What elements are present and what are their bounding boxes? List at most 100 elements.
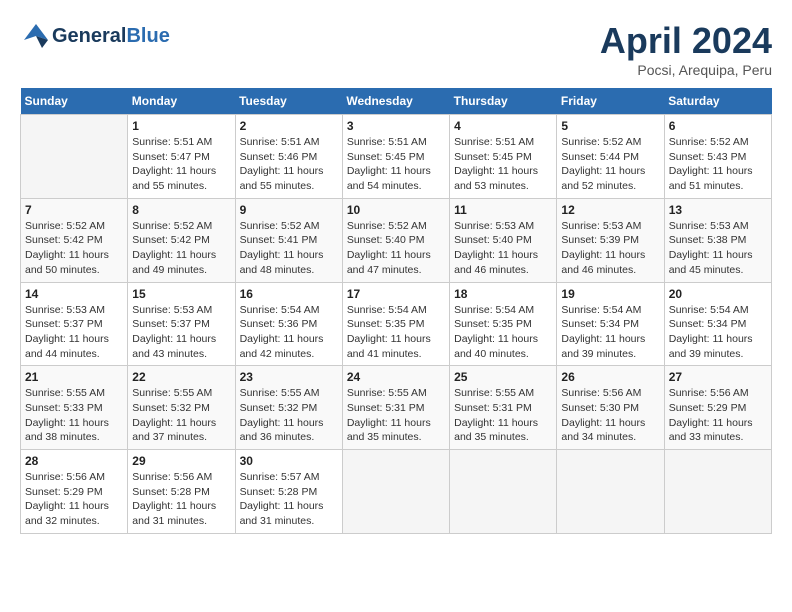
day-number: 3 bbox=[347, 119, 445, 133]
calendar-cell: 21 Sunrise: 5:55 AMSunset: 5:33 PMDayligh… bbox=[21, 366, 128, 450]
day-info: Sunrise: 5:55 AMSunset: 5:33 PMDaylight:… bbox=[25, 386, 123, 445]
day-number: 23 bbox=[240, 370, 338, 384]
calendar-header-thursday: Thursday bbox=[450, 88, 557, 115]
calendar-cell: 27Sunrise: 5:56 AMSunset: 5:29 PMDayligh… bbox=[664, 366, 771, 450]
day-number: 28 bbox=[25, 454, 123, 468]
calendar-cell: 7Sunrise: 5:52 AMSunset: 5:42 PMDaylight… bbox=[21, 198, 128, 282]
calendar-cell: 11 Sunrise: 5:53 AMSunset: 5:40 PMDayligh… bbox=[450, 198, 557, 282]
day-info: Sunrise: 5:52 AMSunset: 5:41 PMDaylight:… bbox=[240, 219, 338, 278]
logo: GeneralBlue bbox=[20, 20, 170, 52]
day-info: Sunrise: 5:53 AMSunset: 5:40 PMDaylight:… bbox=[454, 219, 552, 278]
day-number: 15 bbox=[132, 287, 230, 301]
day-number: 13 bbox=[669, 203, 767, 217]
calendar-header-saturday: Saturday bbox=[664, 88, 771, 115]
calendar-week-row: 14Sunrise: 5:53 AMSunset: 5:37 PMDayligh… bbox=[21, 282, 772, 366]
calendar-cell: 13 Sunrise: 5:53 AMSunset: 5:38 PMDayligh… bbox=[664, 198, 771, 282]
day-number: 16 bbox=[240, 287, 338, 301]
day-number: 1 bbox=[132, 119, 230, 133]
day-info: Sunrise: 5:52 AMSunset: 5:44 PMDaylight:… bbox=[561, 135, 659, 194]
location: Pocsi, Arequipa, Peru bbox=[600, 62, 772, 78]
calendar-cell: 28 Sunrise: 5:56 AMSunset: 5:29 PMDayligh… bbox=[21, 450, 128, 534]
calendar-header-wednesday: Wednesday bbox=[342, 88, 449, 115]
day-number: 17 bbox=[347, 287, 445, 301]
day-info: Sunrise: 5:56 AMSunset: 5:29 PMDaylight:… bbox=[25, 470, 123, 529]
calendar-cell: 29 Sunrise: 5:56 AMSunset: 5:28 PMDayligh… bbox=[128, 450, 235, 534]
day-info: Sunrise: 5:51 AMSunset: 5:45 PMDaylight:… bbox=[454, 135, 552, 194]
day-number: 20 bbox=[669, 287, 767, 301]
calendar-cell: 12Sunrise: 5:53 AMSunset: 5:39 PMDayligh… bbox=[557, 198, 664, 282]
page-header: GeneralBlue April 2024 Pocsi, Arequipa, … bbox=[20, 20, 772, 78]
day-info: Sunrise: 5:52 AMSunset: 5:42 PMDaylight:… bbox=[25, 219, 123, 278]
calendar-cell bbox=[342, 450, 449, 534]
day-info: Sunrise: 5:54 AMSunset: 5:34 PMDaylight:… bbox=[561, 303, 659, 362]
calendar-cell: 2Sunrise: 5:51 AMSunset: 5:46 PMDaylight… bbox=[235, 115, 342, 199]
calendar-cell: 26Sunrise: 5:56 AMSunset: 5:30 PMDayligh… bbox=[557, 366, 664, 450]
calendar-cell: 9 Sunrise: 5:52 AMSunset: 5:41 PMDaylight… bbox=[235, 198, 342, 282]
day-info: Sunrise: 5:54 AMSunset: 5:34 PMDaylight:… bbox=[669, 303, 767, 362]
day-number: 27 bbox=[669, 370, 767, 384]
day-number: 8 bbox=[132, 203, 230, 217]
calendar-cell: 3 Sunrise: 5:51 AMSunset: 5:45 PMDaylight… bbox=[342, 115, 449, 199]
day-info: Sunrise: 5:54 AMSunset: 5:35 PMDaylight:… bbox=[347, 303, 445, 362]
calendar-week-row: 1 Sunrise: 5:51 AMSunset: 5:47 PMDaylight… bbox=[21, 115, 772, 199]
calendar-cell: 14Sunrise: 5:53 AMSunset: 5:37 PMDayligh… bbox=[21, 282, 128, 366]
day-number: 10 bbox=[347, 203, 445, 217]
day-info: Sunrise: 5:54 AMSunset: 5:35 PMDaylight:… bbox=[454, 303, 552, 362]
day-info: Sunrise: 5:55 AMSunset: 5:31 PMDaylight:… bbox=[347, 386, 445, 445]
calendar-cell bbox=[557, 450, 664, 534]
day-number: 5 bbox=[561, 119, 659, 133]
day-info: Sunrise: 5:53 AMSunset: 5:37 PMDaylight:… bbox=[25, 303, 123, 362]
calendar-cell: 22 Sunrise: 5:55 AMSunset: 5:32 PMDayligh… bbox=[128, 366, 235, 450]
calendar-cell: 25 Sunrise: 5:55 AMSunset: 5:31 PMDayligh… bbox=[450, 366, 557, 450]
day-info: Sunrise: 5:55 AMSunset: 5:32 PMDaylight:… bbox=[132, 386, 230, 445]
calendar-cell bbox=[450, 450, 557, 534]
day-number: 9 bbox=[240, 203, 338, 217]
day-info: Sunrise: 5:55 AMSunset: 5:31 PMDaylight:… bbox=[454, 386, 552, 445]
logo-blue: Blue bbox=[126, 25, 169, 47]
calendar-cell: 10Sunrise: 5:52 AMSunset: 5:40 PMDayligh… bbox=[342, 198, 449, 282]
day-number: 6 bbox=[669, 119, 767, 133]
calendar-cell bbox=[21, 115, 128, 199]
calendar-cell: 16 Sunrise: 5:54 AMSunset: 5:36 PMDayligh… bbox=[235, 282, 342, 366]
day-info: Sunrise: 5:51 AMSunset: 5:45 PMDaylight:… bbox=[347, 135, 445, 194]
day-info: Sunrise: 5:54 AMSunset: 5:36 PMDaylight:… bbox=[240, 303, 338, 362]
day-number: 21 bbox=[25, 370, 123, 384]
calendar-week-row: 7Sunrise: 5:52 AMSunset: 5:42 PMDaylight… bbox=[21, 198, 772, 282]
day-info: Sunrise: 5:51 AMSunset: 5:46 PMDaylight:… bbox=[240, 135, 338, 194]
calendar-cell: 30 Sunrise: 5:57 AMSunset: 5:28 PMDayligh… bbox=[235, 450, 342, 534]
day-number: 30 bbox=[240, 454, 338, 468]
day-info: Sunrise: 5:52 AMSunset: 5:42 PMDaylight:… bbox=[132, 219, 230, 278]
calendar-cell: 23 Sunrise: 5:55 AMSunset: 5:32 PMDayligh… bbox=[235, 366, 342, 450]
day-info: Sunrise: 5:55 AMSunset: 5:32 PMDaylight:… bbox=[240, 386, 338, 445]
day-number: 18 bbox=[454, 287, 552, 301]
calendar-cell: 24 Sunrise: 5:55 AMSunset: 5:31 PMDayligh… bbox=[342, 366, 449, 450]
day-number: 25 bbox=[454, 370, 552, 384]
day-info: Sunrise: 5:56 AMSunset: 5:30 PMDaylight:… bbox=[561, 386, 659, 445]
day-info: Sunrise: 5:52 AMSunset: 5:43 PMDaylight:… bbox=[669, 135, 767, 194]
day-info: Sunrise: 5:57 AMSunset: 5:28 PMDaylight:… bbox=[240, 470, 338, 529]
day-info: Sunrise: 5:56 AMSunset: 5:28 PMDaylight:… bbox=[132, 470, 230, 529]
title-area: April 2024 Pocsi, Arequipa, Peru bbox=[600, 20, 772, 78]
calendar-cell: 5 Sunrise: 5:52 AMSunset: 5:44 PMDaylight… bbox=[557, 115, 664, 199]
day-number: 11 bbox=[454, 203, 552, 217]
day-info: Sunrise: 5:53 AMSunset: 5:38 PMDaylight:… bbox=[669, 219, 767, 278]
day-number: 29 bbox=[132, 454, 230, 468]
calendar-cell: 8 Sunrise: 5:52 AMSunset: 5:42 PMDaylight… bbox=[128, 198, 235, 282]
day-info: Sunrise: 5:51 AMSunset: 5:47 PMDaylight:… bbox=[132, 135, 230, 194]
calendar-week-row: 28 Sunrise: 5:56 AMSunset: 5:29 PMDayligh… bbox=[21, 450, 772, 534]
calendar-cell: 1 Sunrise: 5:51 AMSunset: 5:47 PMDaylight… bbox=[128, 115, 235, 199]
logo-general: General bbox=[52, 25, 126, 47]
calendar-header-sunday: Sunday bbox=[21, 88, 128, 115]
day-info: Sunrise: 5:53 AMSunset: 5:37 PMDaylight:… bbox=[132, 303, 230, 362]
calendar-cell: 19Sunrise: 5:54 AMSunset: 5:34 PMDayligh… bbox=[557, 282, 664, 366]
calendar-cell: 18 Sunrise: 5:54 AMSunset: 5:35 PMDayligh… bbox=[450, 282, 557, 366]
calendar-cell: 20 Sunrise: 5:54 AMSunset: 5:34 PMDayligh… bbox=[664, 282, 771, 366]
calendar-cell: 17 Sunrise: 5:54 AMSunset: 5:35 PMDayligh… bbox=[342, 282, 449, 366]
day-number: 24 bbox=[347, 370, 445, 384]
calendar-cell: 15 Sunrise: 5:53 AMSunset: 5:37 PMDayligh… bbox=[128, 282, 235, 366]
calendar-header-monday: Monday bbox=[128, 88, 235, 115]
calendar-cell bbox=[664, 450, 771, 534]
day-info: Sunrise: 5:53 AMSunset: 5:39 PMDaylight:… bbox=[561, 219, 659, 278]
calendar-week-row: 21 Sunrise: 5:55 AMSunset: 5:33 PMDayligh… bbox=[21, 366, 772, 450]
day-number: 22 bbox=[132, 370, 230, 384]
